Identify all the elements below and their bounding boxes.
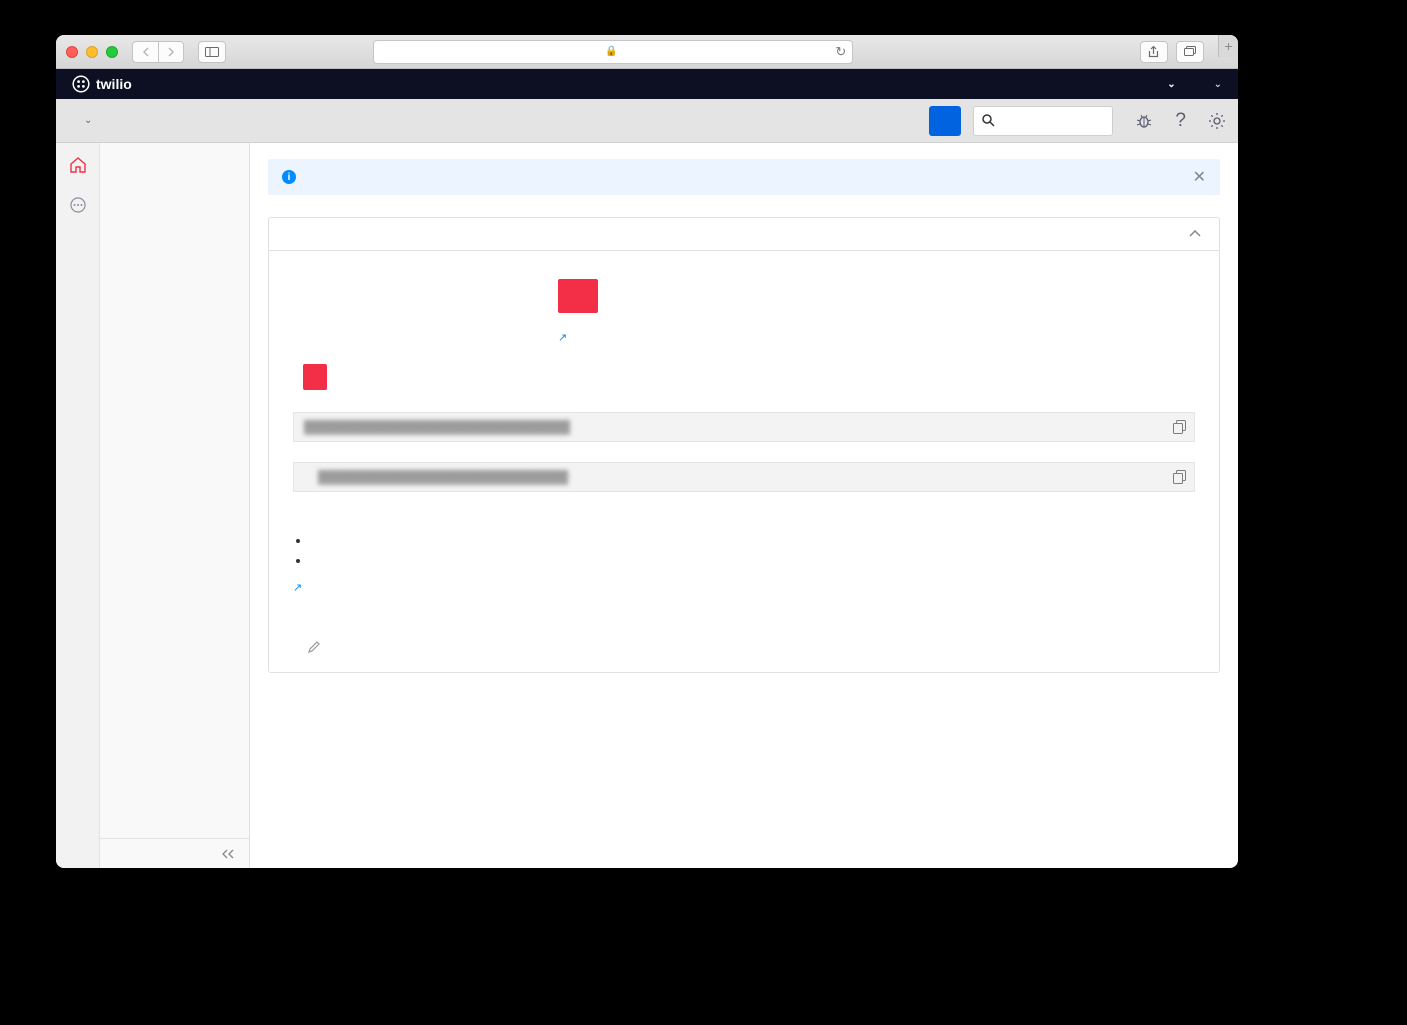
close-icon[interactable]: ✕ (1193, 167, 1206, 187)
search-box[interactable] (973, 106, 1113, 136)
chevron-left-double-icon (221, 849, 235, 859)
search-icon (982, 114, 995, 127)
referral-row (293, 364, 1195, 390)
trial-info: ↗ (293, 532, 1195, 594)
chevron-down-icon: ⌄ (1214, 79, 1222, 90)
project-selector[interactable]: ⌄ (68, 115, 92, 126)
twilio-wordmark: twilio (96, 76, 132, 92)
lock-icon: 🔒 (605, 46, 617, 57)
help-icon[interactable]: ? (1175, 110, 1186, 132)
maximize-window-button[interactable] (106, 46, 118, 58)
sidebar-item-upgrade[interactable] (100, 213, 249, 227)
browser-chrome: 🔒 ↻ + (56, 35, 1238, 69)
minimize-window-button[interactable] (86, 46, 98, 58)
url-bar[interactable]: 🔒 ↻ (373, 40, 853, 64)
chevron-down-icon: ⌄ (84, 115, 92, 126)
learn-more-line: ↗ (293, 578, 1195, 594)
user-menu[interactable]: ⌄ (1206, 79, 1222, 90)
window-controls (66, 46, 118, 58)
referral-dashboard-button[interactable] (303, 364, 327, 390)
auth-token-value: XXXXXXXXXXXXXXXXXXXXXXXXXXXXXXXX (318, 470, 568, 485)
numbers-link[interactable]: ↗ (558, 328, 567, 344)
sidebar-item-billing[interactable] (100, 171, 249, 185)
get-trial-number-button[interactable] (558, 279, 598, 313)
your-trial-link[interactable]: ↗ (293, 578, 302, 594)
account-sid-field[interactable]: XXXXXXXXXXXXXXXXXXXXXXXXXXXXXXXXXX (293, 412, 1195, 442)
sidebar-toggle-button[interactable] (198, 41, 226, 63)
trial-bullet-2 (311, 552, 1195, 568)
main-wrap: i ✕ (56, 143, 1238, 868)
twilio-logo-icon (72, 75, 90, 93)
close-window-button[interactable] (66, 46, 78, 58)
home-icon[interactable] (68, 155, 88, 175)
collapse-sidebar-button[interactable] (100, 838, 249, 868)
info-banner: i ✕ (268, 159, 1220, 195)
info-icon: i (282, 170, 296, 184)
copy-icon[interactable] (1173, 470, 1186, 484)
panel-header[interactable] (269, 218, 1219, 251)
icon-rail (56, 143, 100, 868)
trial-bullet-1 (311, 532, 1195, 548)
new-tab-button[interactable]: + (1218, 35, 1238, 57)
account-sid-value: XXXXXXXXXXXXXXXXXXXXXXXXXXXXXXXXXX (304, 420, 570, 435)
project-info-panel: ↗ XXXXXXXXXXXXXXXXXXXXXXXXXXXXXXXXXX (268, 217, 1220, 673)
auth-token-field[interactable]: XXXXXXXXXXXXXXXXXXXXXXXXXXXXXXXX (293, 462, 1195, 492)
settings-gear-icon[interactable] (1208, 112, 1226, 130)
chrome-right (1140, 41, 1204, 63)
forward-button[interactable] (158, 41, 184, 63)
project-bar: ⌄ ? (56, 99, 1238, 143)
share-button[interactable] (1140, 41, 1168, 63)
external-link-icon: ↗ (293, 582, 302, 594)
chevron-up-icon (1189, 230, 1201, 238)
chevron-down-icon: ⌄ (1167, 79, 1177, 90)
reload-button[interactable]: ↻ (835, 44, 846, 60)
external-link-icon: ↗ (558, 332, 567, 344)
panel-body: ↗ XXXXXXXXXXXXXXXXXXXXXXXXXXXXXXXXXX (269, 251, 1219, 672)
sidebar-item-dashboard[interactable] (100, 157, 249, 171)
upgrade-project-button[interactable] (929, 106, 961, 136)
content: i ✕ (250, 143, 1238, 868)
back-button[interactable] (132, 41, 158, 63)
bottom-grid (293, 630, 1195, 654)
sidebar-item-usage[interactable] (100, 185, 249, 199)
project-name-col (293, 630, 533, 654)
copy-icon[interactable] (1173, 420, 1186, 434)
edit-pencil-icon[interactable] (307, 640, 321, 654)
sidebar-item-settings[interactable] (100, 199, 249, 213)
twilio-logo[interactable]: twilio (72, 75, 132, 93)
tabs-button[interactable] (1176, 41, 1204, 63)
browser-window: 🔒 ↻ + twilio ⌄ (56, 35, 1238, 868)
search-input[interactable] (1001, 113, 1104, 128)
docs-menu[interactable]: ⌄ (1159, 79, 1177, 90)
debug-icon[interactable] (1135, 112, 1153, 130)
tool-icons: ? (1135, 110, 1226, 132)
sidebar (100, 143, 250, 868)
nav-buttons (132, 41, 184, 63)
more-icon[interactable] (68, 195, 88, 215)
twilio-topbar: twilio ⌄ ⌄ (56, 69, 1238, 99)
